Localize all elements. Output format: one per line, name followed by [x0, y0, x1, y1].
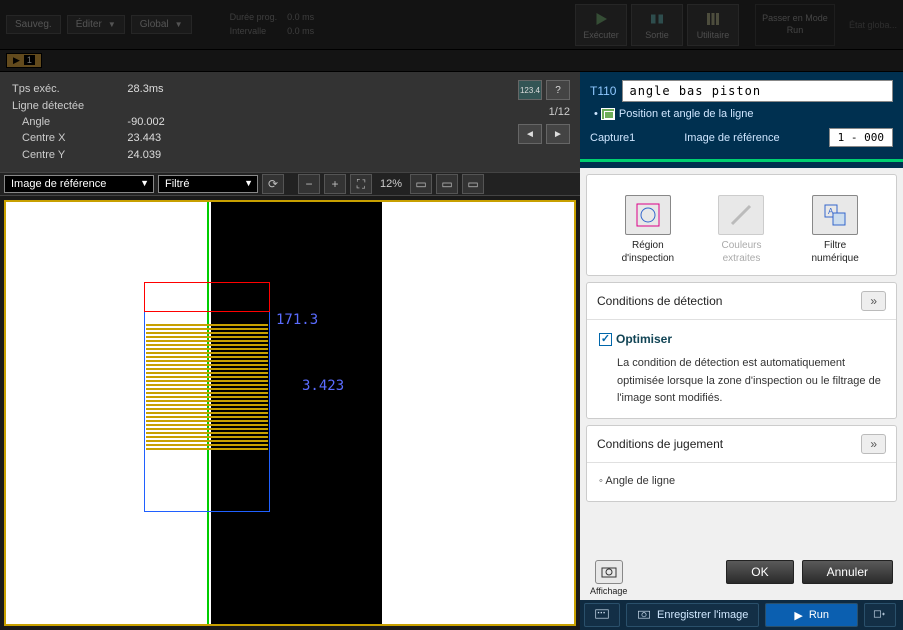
image-source-dropdown[interactable]: Image de référence [4, 175, 154, 193]
prev-button[interactable]: ◄ [518, 124, 542, 144]
digital-filter-label: Filtre numérique [812, 240, 859, 264]
program-number: 1 [24, 55, 35, 65]
judgment-conditions-section: Conditions de jugement » ◦ Angle de lign… [586, 425, 897, 502]
capture-label: Capture1 [590, 132, 635, 144]
detection-region-box[interactable] [144, 282, 270, 312]
edit-dropdown[interactable]: Éditer ▼ [67, 15, 125, 34]
utility-label: Utilitaire [697, 30, 730, 40]
view-mode-1[interactable]: ▭ [410, 174, 432, 194]
image-viewport[interactable]: 171.3 3.423 [4, 200, 576, 626]
tool-header: T110 • Position et angle de la ligne Cap… [580, 72, 903, 153]
utility-icon [704, 10, 722, 28]
global-label: Global [140, 19, 169, 30]
loop-icon [873, 607, 887, 621]
eyedropper-icon [728, 202, 754, 228]
cancel-button[interactable]: Annuler [802, 560, 893, 584]
camera-icon [637, 607, 651, 621]
inspection-region-box[interactable] [144, 282, 270, 512]
detection-conditions-title: Conditions de détection [597, 294, 722, 308]
view-mode-2[interactable]: ▭ [436, 174, 458, 194]
zoom-fit-button[interactable]: ⛶ [350, 174, 372, 194]
value-badge: 123.4 [518, 80, 542, 100]
divider [580, 159, 903, 162]
output-button[interactable]: Sortie [631, 4, 683, 46]
run-mode-button[interactable]: Passer en Mode Run [755, 4, 835, 46]
tool-subtitle: • Position et angle de la ligne [590, 108, 893, 120]
footer-bar: Enregistrer l'image ▶ Run [580, 600, 903, 630]
digital-filter-card[interactable]: A Filtre numérique [799, 195, 871, 265]
judgment-item: ◦ Angle de ligne [599, 475, 675, 487]
action-button-row: Affichage OK Annuler [580, 552, 903, 600]
zoom-out-button[interactable]: − [298, 174, 320, 194]
page-counter: 1/12 [549, 106, 570, 118]
output-icon [648, 10, 666, 28]
overlay-value-2: 3.423 [302, 378, 344, 394]
help-button[interactable]: ? [546, 80, 570, 100]
detection-conditions-expand[interactable]: » [861, 291, 886, 311]
global-dropdown[interactable]: Global ▼ [131, 15, 192, 34]
tool-body: Région d'inspection Couleurs extraites A… [580, 168, 903, 552]
camera-icon [601, 565, 617, 579]
save-button[interactable]: Sauveg. [6, 15, 61, 34]
inspection-region-icon [635, 202, 661, 228]
save-image-label: Enregistrer l'image [657, 609, 748, 621]
inspection-region-card[interactable]: Région d'inspection [612, 195, 684, 265]
chevron-down-icon: ▼ [175, 20, 183, 29]
display-label: Affichage [590, 586, 627, 596]
image-toolbar: Image de référence Filtré ⟳ − + ⛶ 12% ▭ … [0, 172, 580, 196]
execute-button[interactable]: Exécuter [575, 4, 627, 46]
save-image-button[interactable]: Enregistrer l'image [626, 603, 759, 627]
view-mode-3[interactable]: ▭ [462, 174, 484, 194]
display-button[interactable]: Affichage [590, 560, 627, 596]
line-tool-icon [601, 108, 615, 120]
refresh-button[interactable]: ⟳ [262, 174, 284, 194]
execute-icon [592, 10, 610, 28]
run-button[interactable]: ▶ Run [765, 603, 858, 627]
tool-name-input[interactable] [622, 80, 893, 102]
inspection-region-label: Région d'inspection [622, 240, 675, 264]
optimize-description: La condition de détection est automatiqu… [599, 355, 884, 408]
filter-icon: A [822, 202, 848, 228]
reference-image-selector[interactable]: 1 - 000 [829, 128, 893, 147]
filter-dropdown[interactable]: Filtré [158, 175, 258, 193]
next-button[interactable]: ► [546, 124, 570, 144]
reference-image-label: Image de référence [684, 132, 779, 144]
overlay-value-1: 171.3 [276, 312, 318, 328]
run-label: Run [809, 609, 829, 621]
output-label: Sortie [645, 30, 669, 40]
tool-code: T110 [590, 84, 616, 98]
global-state-label: État globa... [849, 20, 897, 30]
detection-conditions-section: Conditions de détection » ✓Optimiser La … [586, 282, 897, 419]
judgment-conditions-title: Conditions de jugement [597, 437, 723, 451]
edit-label: Éditer [76, 19, 102, 30]
execute-label: Exécuter [583, 30, 619, 40]
keyboard-button[interactable] [584, 603, 620, 627]
keyboard-icon [595, 607, 609, 621]
zoom-level: 12% [376, 178, 406, 190]
measurement-panel: Tps exéc.28.3ms Ligne détectée Angle-90.… [0, 72, 580, 172]
loop-button[interactable] [864, 603, 896, 627]
extracted-colors-card: Couleurs extraites [705, 195, 777, 265]
program-badge[interactable]: ▶1 [6, 53, 42, 68]
optimize-checkbox[interactable]: ✓Optimiser [599, 330, 672, 349]
program-timing: Durée prog.0.0 ms Intervalle0.0 ms [228, 10, 317, 39]
utility-button[interactable]: Utilitaire [687, 4, 739, 46]
chevron-down-icon: ▼ [108, 20, 116, 29]
image-region-right [382, 202, 574, 624]
zoom-in-button[interactable]: + [324, 174, 346, 194]
save-label: Sauveg. [15, 19, 52, 30]
ok-button[interactable]: OK [726, 560, 793, 584]
judgment-conditions-expand[interactable]: » [861, 434, 886, 454]
extracted-colors-label: Couleurs extraites [721, 240, 761, 264]
svg-text:A: A [828, 207, 834, 216]
optimize-label: Optimiser [616, 330, 672, 349]
